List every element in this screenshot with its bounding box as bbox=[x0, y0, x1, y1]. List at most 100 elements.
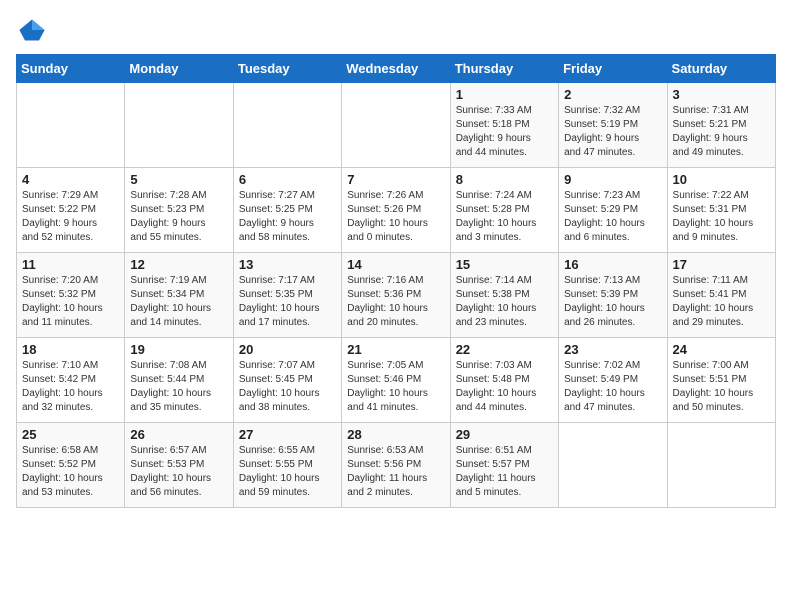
calendar-cell: 26 Sunrise: 6:57 AM Sunset: 5:53 PM Dayli… bbox=[125, 423, 233, 508]
day-number: 14 bbox=[347, 257, 444, 272]
calendar-cell: 19 Sunrise: 7:08 AM Sunset: 5:44 PM Dayli… bbox=[125, 338, 233, 423]
calendar-cell: 17 Sunrise: 7:11 AM Sunset: 5:41 PM Dayli… bbox=[667, 253, 775, 338]
day-number: 20 bbox=[239, 342, 336, 357]
calendar-cell: 22 Sunrise: 7:03 AM Sunset: 5:48 PM Dayli… bbox=[450, 338, 558, 423]
day-detail: Sunrise: 7:02 AM Sunset: 5:49 PM Dayligh… bbox=[564, 359, 661, 415]
calendar-cell: 21 Sunrise: 7:05 AM Sunset: 5:46 PM Dayli… bbox=[342, 338, 450, 423]
day-detail: Sunrise: 7:17 AM Sunset: 5:35 PM Dayligh… bbox=[239, 274, 336, 330]
day-detail: Sunrise: 7:14 AM Sunset: 5:38 PM Dayligh… bbox=[456, 274, 553, 330]
calendar-week-row: 11 Sunrise: 7:20 AM Sunset: 5:32 PM Dayli… bbox=[17, 253, 776, 338]
day-number: 11 bbox=[22, 257, 119, 272]
logo-icon bbox=[18, 16, 46, 44]
column-header-friday: Friday bbox=[559, 55, 667, 83]
day-number: 6 bbox=[239, 172, 336, 187]
day-number: 29 bbox=[456, 427, 553, 442]
day-number: 21 bbox=[347, 342, 444, 357]
calendar-cell bbox=[17, 83, 125, 168]
day-detail: Sunrise: 7:16 AM Sunset: 5:36 PM Dayligh… bbox=[347, 274, 444, 330]
calendar-cell bbox=[125, 83, 233, 168]
day-number: 24 bbox=[673, 342, 770, 357]
day-detail: Sunrise: 7:20 AM Sunset: 5:32 PM Dayligh… bbox=[22, 274, 119, 330]
calendar-cell: 14 Sunrise: 7:16 AM Sunset: 5:36 PM Dayli… bbox=[342, 253, 450, 338]
calendar-cell: 9 Sunrise: 7:23 AM Sunset: 5:29 PM Daylig… bbox=[559, 168, 667, 253]
day-detail: Sunrise: 6:57 AM Sunset: 5:53 PM Dayligh… bbox=[130, 444, 227, 500]
day-number: 8 bbox=[456, 172, 553, 187]
day-detail: Sunrise: 7:27 AM Sunset: 5:25 PM Dayligh… bbox=[239, 189, 336, 245]
day-number: 23 bbox=[564, 342, 661, 357]
day-number: 4 bbox=[22, 172, 119, 187]
day-detail: Sunrise: 7:19 AM Sunset: 5:34 PM Dayligh… bbox=[130, 274, 227, 330]
calendar-cell: 3Sunrise: 7:31 AM Sunset: 5:21 PM Daylig… bbox=[667, 83, 775, 168]
calendar-cell bbox=[233, 83, 341, 168]
day-detail: Sunrise: 6:58 AM Sunset: 5:52 PM Dayligh… bbox=[22, 444, 119, 500]
calendar-cell: 20 Sunrise: 7:07 AM Sunset: 5:45 PM Dayli… bbox=[233, 338, 341, 423]
day-number: 26 bbox=[130, 427, 227, 442]
day-detail: Sunrise: 6:55 AM Sunset: 5:55 PM Dayligh… bbox=[239, 444, 336, 500]
day-detail: Sunrise: 7:11 AM Sunset: 5:41 PM Dayligh… bbox=[673, 274, 770, 330]
day-detail: Sunrise: 7:00 AM Sunset: 5:51 PM Dayligh… bbox=[673, 359, 770, 415]
day-number: 10 bbox=[673, 172, 770, 187]
day-number: 22 bbox=[456, 342, 553, 357]
day-number: 16 bbox=[564, 257, 661, 272]
day-detail: Sunrise: 7:10 AM Sunset: 5:42 PM Dayligh… bbox=[22, 359, 119, 415]
calendar-header-row: SundayMondayTuesdayWednesdayThursdayFrid… bbox=[17, 55, 776, 83]
day-detail: Sunrise: 7:33 AM Sunset: 5:18 PM Dayligh… bbox=[456, 104, 553, 160]
calendar-cell: 11 Sunrise: 7:20 AM Sunset: 5:32 PM Dayli… bbox=[17, 253, 125, 338]
calendar-cell: 25 Sunrise: 6:58 AM Sunset: 5:52 PM Dayli… bbox=[17, 423, 125, 508]
column-header-thursday: Thursday bbox=[450, 55, 558, 83]
day-number: 1 bbox=[456, 87, 553, 102]
calendar-cell: 29 Sunrise: 6:51 AM Sunset: 5:57 PM Dayli… bbox=[450, 423, 558, 508]
day-detail: Sunrise: 7:07 AM Sunset: 5:45 PM Dayligh… bbox=[239, 359, 336, 415]
calendar-cell bbox=[342, 83, 450, 168]
calendar-cell bbox=[667, 423, 775, 508]
logo bbox=[16, 16, 48, 44]
calendar-week-row: 25 Sunrise: 6:58 AM Sunset: 5:52 PM Dayli… bbox=[17, 423, 776, 508]
column-header-saturday: Saturday bbox=[667, 55, 775, 83]
calendar-week-row: 18 Sunrise: 7:10 AM Sunset: 5:42 PM Dayli… bbox=[17, 338, 776, 423]
day-number: 28 bbox=[347, 427, 444, 442]
day-number: 25 bbox=[22, 427, 119, 442]
calendar-cell: 5 Sunrise: 7:28 AM Sunset: 5:23 PM Daylig… bbox=[125, 168, 233, 253]
calendar-cell: 23 Sunrise: 7:02 AM Sunset: 5:49 PM Dayli… bbox=[559, 338, 667, 423]
calendar-cell: 16 Sunrise: 7:13 AM Sunset: 5:39 PM Dayli… bbox=[559, 253, 667, 338]
calendar-cell: 27 Sunrise: 6:55 AM Sunset: 5:55 PM Dayli… bbox=[233, 423, 341, 508]
calendar-cell: 28 Sunrise: 6:53 AM Sunset: 5:56 PM Dayli… bbox=[342, 423, 450, 508]
day-number: 15 bbox=[456, 257, 553, 272]
day-detail: Sunrise: 7:28 AM Sunset: 5:23 PM Dayligh… bbox=[130, 189, 227, 245]
day-detail: Sunrise: 6:53 AM Sunset: 5:56 PM Dayligh… bbox=[347, 444, 444, 500]
day-number: 17 bbox=[673, 257, 770, 272]
calendar-cell: 8 Sunrise: 7:24 AM Sunset: 5:28 PM Daylig… bbox=[450, 168, 558, 253]
calendar-cell: 18 Sunrise: 7:10 AM Sunset: 5:42 PM Dayli… bbox=[17, 338, 125, 423]
calendar-cell bbox=[559, 423, 667, 508]
day-detail: Sunrise: 7:08 AM Sunset: 5:44 PM Dayligh… bbox=[130, 359, 227, 415]
column-header-monday: Monday bbox=[125, 55, 233, 83]
calendar-cell: 10 Sunrise: 7:22 AM Sunset: 5:31 PM Dayli… bbox=[667, 168, 775, 253]
day-detail: Sunrise: 7:31 AM Sunset: 5:21 PM Dayligh… bbox=[673, 104, 770, 160]
day-number: 27 bbox=[239, 427, 336, 442]
column-header-tuesday: Tuesday bbox=[233, 55, 341, 83]
day-detail: Sunrise: 7:24 AM Sunset: 5:28 PM Dayligh… bbox=[456, 189, 553, 245]
day-detail: Sunrise: 7:05 AM Sunset: 5:46 PM Dayligh… bbox=[347, 359, 444, 415]
day-number: 18 bbox=[22, 342, 119, 357]
day-detail: Sunrise: 7:22 AM Sunset: 5:31 PM Dayligh… bbox=[673, 189, 770, 245]
day-number: 19 bbox=[130, 342, 227, 357]
day-number: 7 bbox=[347, 172, 444, 187]
day-number: 9 bbox=[564, 172, 661, 187]
day-number: 5 bbox=[130, 172, 227, 187]
day-detail: Sunrise: 7:13 AM Sunset: 5:39 PM Dayligh… bbox=[564, 274, 661, 330]
calendar-cell: 2 Sunrise: 7:32 AM Sunset: 5:19 PM Daylig… bbox=[559, 83, 667, 168]
day-number: 2 bbox=[564, 87, 661, 102]
calendar-cell: 13Sunrise: 7:17 AM Sunset: 5:35 PM Dayli… bbox=[233, 253, 341, 338]
calendar-week-row: 4Sunrise: 7:29 AM Sunset: 5:22 PM Daylig… bbox=[17, 168, 776, 253]
calendar-week-row: 1 Sunrise: 7:33 AM Sunset: 5:18 PM Daylig… bbox=[17, 83, 776, 168]
calendar-cell: 1 Sunrise: 7:33 AM Sunset: 5:18 PM Daylig… bbox=[450, 83, 558, 168]
day-detail: Sunrise: 7:32 AM Sunset: 5:19 PM Dayligh… bbox=[564, 104, 661, 160]
calendar-cell: 24 Sunrise: 7:00 AM Sunset: 5:51 PM Dayli… bbox=[667, 338, 775, 423]
day-detail: Sunrise: 6:51 AM Sunset: 5:57 PM Dayligh… bbox=[456, 444, 553, 500]
calendar-cell: 4Sunrise: 7:29 AM Sunset: 5:22 PM Daylig… bbox=[17, 168, 125, 253]
day-detail: Sunrise: 7:03 AM Sunset: 5:48 PM Dayligh… bbox=[456, 359, 553, 415]
calendar-cell: 6 Sunrise: 7:27 AM Sunset: 5:25 PM Daylig… bbox=[233, 168, 341, 253]
column-header-wednesday: Wednesday bbox=[342, 55, 450, 83]
calendar-cell: 12Sunrise: 7:19 AM Sunset: 5:34 PM Dayli… bbox=[125, 253, 233, 338]
day-detail: Sunrise: 7:23 AM Sunset: 5:29 PM Dayligh… bbox=[564, 189, 661, 245]
